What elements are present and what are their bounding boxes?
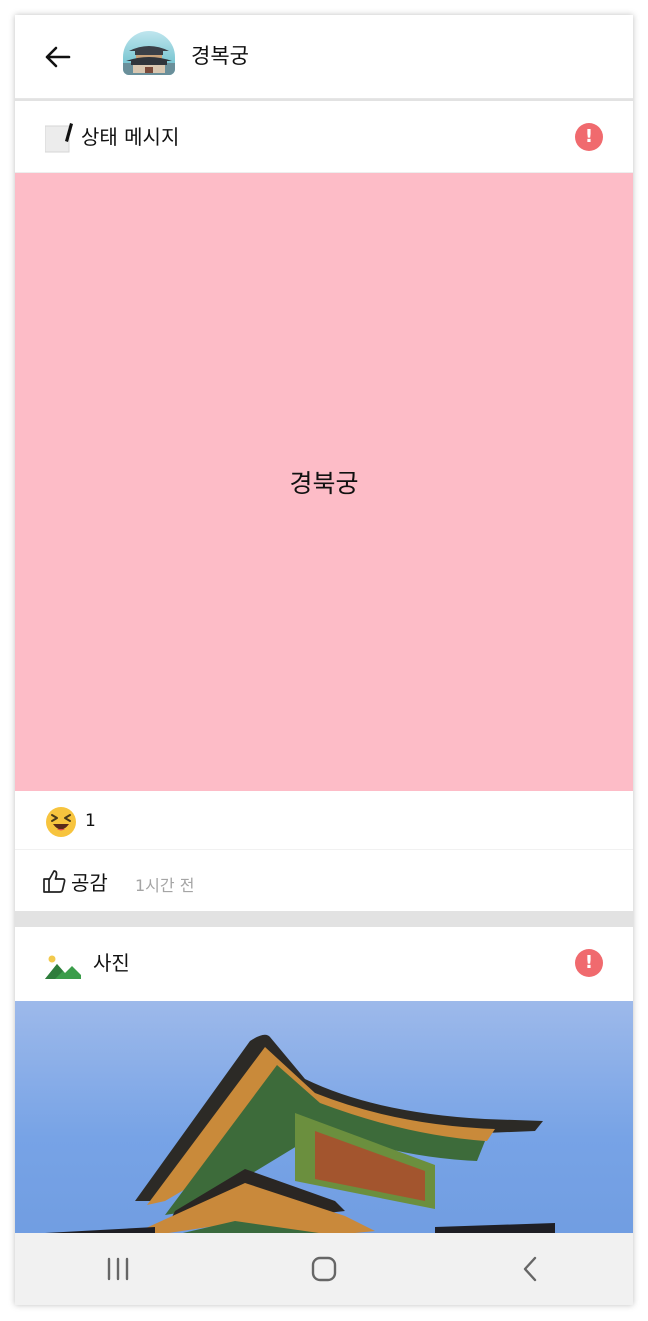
phone-screen: 경복궁 상태 메시지 ! 경북궁 1 공감 1시간 전 사진 ! <box>15 15 633 1305</box>
status-message-text: 경북궁 <box>289 469 359 498</box>
status-message-panel[interactable]: 경북궁 <box>15 173 633 791</box>
home-icon <box>311 1256 337 1282</box>
report-button[interactable]: ! <box>575 123 603 151</box>
post-timestamp: 1시간 전 <box>135 876 195 895</box>
arrow-left-icon <box>45 46 71 68</box>
post-actions: 공감 1시간 전 <box>15 851 633 911</box>
memo-pen-icon <box>45 123 73 153</box>
recent-apps-button[interactable] <box>86 1241 150 1297</box>
reaction-count: 1 <box>85 811 96 831</box>
palace-icon <box>123 46 175 75</box>
home-button[interactable] <box>292 1241 356 1297</box>
picture-icon <box>45 951 81 979</box>
post-type-label: 상태 메시지 <box>81 125 180 149</box>
post-header: 상태 메시지 ! <box>15 101 633 173</box>
page-title: 경복궁 <box>191 44 249 68</box>
like-label: 공감 <box>71 870 108 895</box>
back-chevron-icon <box>523 1256 537 1282</box>
thumbs-up-outline-icon <box>43 870 66 893</box>
exclamation-icon: ! <box>584 126 594 147</box>
palace-avatar[interactable] <box>123 31 175 75</box>
system-back-button[interactable] <box>498 1241 562 1297</box>
post-type-label: 사진 <box>93 951 130 975</box>
back-button[interactable] <box>39 39 75 75</box>
post-header: 사진 ! <box>15 927 633 1001</box>
laughing-emoji-icon[interactable] <box>45 806 77 838</box>
status-post-card: 상태 메시지 ! 경북궁 1 공감 1시간 전 <box>15 101 633 911</box>
system-navigation-bar <box>15 1233 633 1305</box>
recent-apps-icon <box>107 1257 129 1281</box>
reaction-row: 1 <box>15 791 633 850</box>
app-header: 경복궁 <box>15 15 633 99</box>
exclamation-icon: ! <box>584 952 594 973</box>
report-button[interactable]: ! <box>575 949 603 977</box>
like-button[interactable]: 공감 <box>41 865 108 897</box>
